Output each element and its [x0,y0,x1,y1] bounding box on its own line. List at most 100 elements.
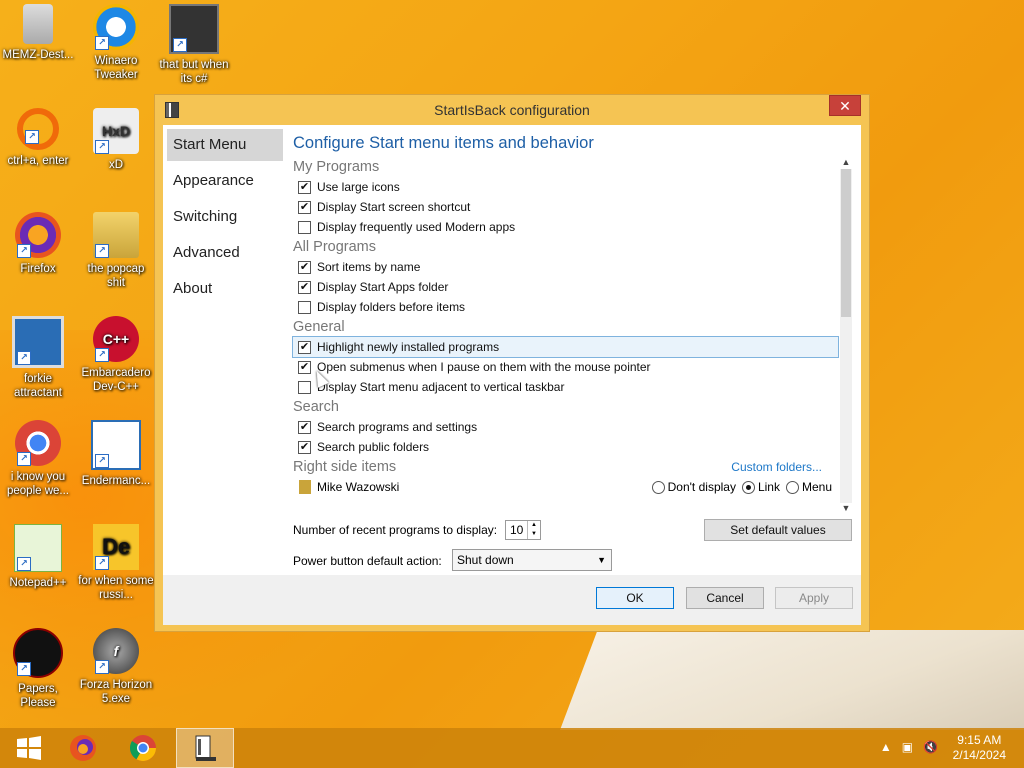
desktop-icon[interactable]: ↗ forkie attractant [0,316,76,400]
desktop-icon[interactable]: ↗ i know you people we... [0,420,76,498]
taskbar-startisback[interactable] [176,728,234,768]
desktop-icon-label: Firefox [20,263,56,275]
radio-icon[interactable] [785,481,799,495]
desktop-icon[interactable]: ↗ Endermanc... [78,420,154,488]
checkbox-option[interactable]: Display folders before items [293,297,838,317]
desktop-icon-label: MEMZ-Dest... [2,49,74,61]
desktop-icon[interactable]: De ↗ for when some russi... [78,524,154,602]
desktop-icon[interactable]: ↗ Winaero Tweaker [78,4,154,82]
desktop-icon[interactable]: HxD ↗ xD [78,108,154,172]
radio-icon[interactable] [651,481,665,495]
start-button[interactable] [0,728,58,768]
checkbox-option[interactable]: ✔ Use large icons [293,177,838,197]
checkbox-option[interactable]: ✔ Sort items by name [293,257,838,277]
checkbox-option[interactable]: Display frequently used Modern apps [293,217,838,237]
radio-icon[interactable] [741,481,755,495]
checkbox-checked-icon[interactable]: ✔ [298,180,311,194]
show-hidden-icons-icon[interactable]: ▲ [880,740,892,754]
ok-button[interactable]: OK [596,587,674,609]
checkbox-label: Highlight newly installed programs [317,340,500,354]
scroll-thumb[interactable] [841,169,851,317]
cancel-button[interactable]: Cancel [686,587,764,609]
window-title: StartIsBack configuration [434,102,590,118]
windows-stack-icon: ↗ [169,4,219,54]
checkbox-unchecked-icon[interactable] [298,300,311,314]
radio-option[interactable]: Menu [785,480,832,495]
checkbox-option[interactable]: Display Start menu adjacent to vertical … [293,377,838,397]
checkbox-checked-icon[interactable]: ✔ [298,200,311,214]
volume-muted-icon[interactable]: 🔇 [923,740,938,754]
desktop-icon[interactable]: MEMZ-Dest... [0,4,76,62]
radio-option[interactable]: Don't display [651,480,736,495]
checkbox-option[interactable]: ✔ Search programs and settings [293,417,838,437]
group-title: My Programs [293,159,380,175]
checkbox-option[interactable]: ✔ Search public folders [293,437,838,457]
right-side-item-row: Mike Wazowski Don't display Link Menu [293,477,838,497]
startisback-icon [195,735,216,761]
magnifier-icon: ↗ [17,108,59,150]
taskbar-firefox[interactable] [54,728,112,768]
desktop-icon[interactable]: ↗ Notepad++ [0,524,76,590]
checkbox-unchecked-icon[interactable] [298,220,311,234]
options-scrollbar[interactable]: ▲ ▼ [840,157,852,515]
notepadpp-icon: ↗ [14,524,62,572]
desktop-icon[interactable]: ↗ that but when its c# [156,4,232,86]
clock-date: 2/14/2024 [952,748,1006,762]
checkbox-option[interactable]: ✔ Display Start screen shortcut [293,197,838,217]
scroll-track[interactable] [840,169,852,503]
wallpaper-shape [560,630,1024,730]
desktop-icon[interactable]: ↗ ctrl+a, enter [0,108,76,168]
checkbox-label: Display frequently used Modern apps [317,220,516,234]
checkbox-checked-icon[interactable]: ✔ [298,280,311,294]
nav-item-about[interactable]: About [167,273,283,305]
desktop-icon[interactable]: f ↗ Forza Horizon 5.exe [78,628,154,706]
windows-logo-icon [17,736,41,760]
nav-item-switching[interactable]: Switching [167,201,283,233]
nav-item-advanced[interactable]: Advanced [167,237,283,269]
papers-please-icon: ↗ [13,628,63,678]
nav-item-appearance[interactable]: Appearance [167,165,283,197]
taskbar-clock[interactable]: 9:15 AM 2/14/2024 [953,733,1006,763]
settings-panel: Configure Start menu items and behavior … [292,125,853,513]
close-button[interactable]: ✕ [829,95,861,116]
window-client: Start Menu Appearance Switching Advanced… [163,125,861,625]
custom-folders-link[interactable]: Custom folders... [731,457,822,477]
set-default-values-button[interactable]: Set default values [704,519,852,541]
checkbox-checked-icon[interactable]: ✔ [298,260,311,274]
checkbox-checked-icon[interactable]: ✔ [298,340,311,354]
shortcut-arrow-icon: ↗ [95,36,109,50]
scroll-down-icon[interactable]: ▼ [840,503,852,515]
user-folder-icon [299,480,311,494]
apply-button[interactable]: Apply [775,587,853,609]
checkbox-label: Display Start Apps folder [317,280,449,294]
group-title: Right side items [293,459,397,475]
desktop-icon[interactable]: ↗ Firefox [0,212,76,276]
network-icon[interactable]: ▣ [902,740,913,754]
group-title: Search [293,399,339,415]
nav-item-start-menu[interactable]: Start Menu [167,129,283,161]
desktop-icon-label: forkie attractant [14,373,62,399]
stepper-arrows-icon[interactable]: ▲ ▼ [527,521,540,539]
title-bar[interactable]: StartIsBack configuration ✕ [155,95,869,125]
checkbox-checked-icon[interactable]: ✔ [298,360,311,374]
desktop-icon[interactable]: C++ ↗ Embarcadero Dev-C++ [78,316,154,394]
power-action-select[interactable]: Shut down ▼ [452,549,612,571]
recent-programs-stepper[interactable]: 10 ▲ ▼ [505,520,541,540]
checkbox-checked-icon[interactable]: ✔ [298,440,311,454]
shortcut-arrow-icon: ↗ [17,452,31,466]
taskbar-chrome[interactable] [114,728,172,768]
checkbox-option[interactable]: ✔ Open submenus when I pause on them with… [293,357,838,377]
checkbox-option[interactable]: ✔ Highlight newly installed programs [292,336,839,358]
shortcut-arrow-icon: ↗ [17,244,31,258]
recycle-bin-icon [23,4,53,44]
checkbox-label: Search programs and settings [317,420,478,434]
checkbox-unchecked-icon[interactable] [298,380,311,394]
scroll-up-icon[interactable]: ▲ [840,157,852,169]
desktop-icon-label: that but when its c# [159,59,229,85]
desktop-icon[interactable]: ↗ the popcap shit [78,212,154,290]
checkbox-option[interactable]: ✔ Display Start Apps folder [293,277,838,297]
checkbox-checked-icon[interactable]: ✔ [298,420,311,434]
radio-option[interactable]: Link [741,480,780,495]
system-tray: ▲ ▣ 🔇 [880,740,938,754]
desktop-icon[interactable]: ↗ Papers, Please [0,628,76,710]
